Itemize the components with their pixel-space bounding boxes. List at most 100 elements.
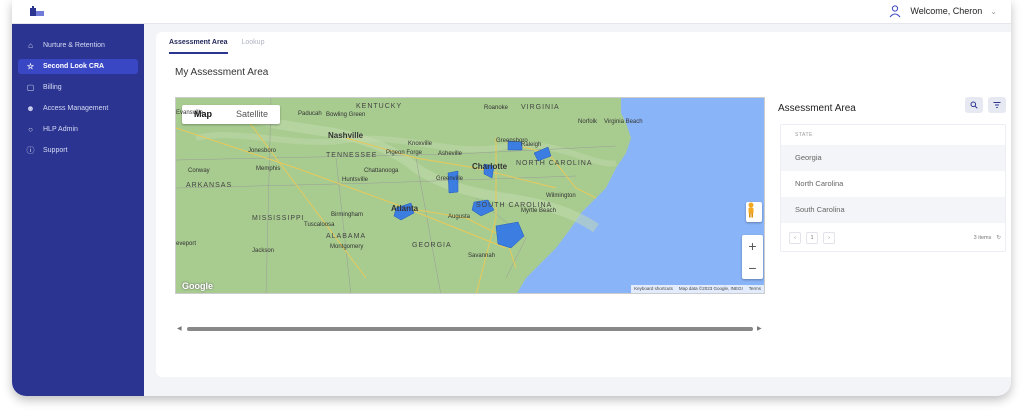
google-logo: Google: [182, 281, 213, 291]
street-view-pegman-icon[interactable]: [746, 202, 762, 222]
map-label-arkansas: ARKANSAS: [186, 182, 233, 189]
map-label-paducah: Paducah: [298, 111, 322, 117]
horizontal-scrollbar[interactable]: ◀ ▶: [177, 326, 763, 332]
satellite-button[interactable]: Satellite: [224, 105, 280, 124]
map-label-wilmington: Wilmington: [546, 193, 576, 199]
filter-icon: [993, 102, 1001, 108]
tab-bar: Assessment Area Lookup: [160, 32, 264, 54]
map-canvas: [176, 98, 764, 293]
bank-icon: ⌂: [28, 41, 33, 50]
table-row[interactable]: South Carolina: [781, 197, 1005, 223]
map-label-tennessee: TENNESSEE: [326, 152, 378, 159]
highlight-greenville[interactable]: [447, 170, 459, 194]
map-label-georgia: GEORGIA: [412, 242, 452, 249]
zoom-control: + −: [742, 235, 763, 279]
map-label-nashville: Nashville: [328, 131, 364, 140]
map-label-tuscaloosa: Tuscaloosa: [304, 222, 335, 228]
map-label-myrtle-beach: Myrtle Beach: [521, 208, 557, 214]
tab-lookup[interactable]: Lookup: [242, 32, 265, 54]
map-label-savannah: Savannah: [468, 253, 496, 259]
sidebar-item-support[interactable]: ⓘ Support: [18, 143, 138, 158]
sidebar-item-label: Second Look CRA: [43, 63, 105, 70]
next-page-button[interactable]: ›: [823, 232, 835, 244]
map-label-bowling-green: Bowling Green: [326, 112, 366, 118]
map-label-montgomery: Montgomery: [330, 244, 364, 250]
map-label-atlanta: Atlanta: [391, 204, 419, 213]
zoom-in-button[interactable]: +: [742, 235, 763, 257]
assessment-area-panel: Assessment Area STATE Georgia North Caro…: [778, 97, 1008, 257]
map-label-augusta: Augusta: [448, 214, 471, 220]
page-number-button[interactable]: 1: [806, 232, 818, 244]
tab-assessment-area[interactable]: Assessment Area: [169, 32, 228, 54]
map-label-virginia-beach: Virginia Beach: [604, 119, 643, 125]
dot-icon: ○: [28, 125, 33, 134]
scrollbar-thumb[interactable]: [187, 327, 753, 331]
map-label-chattanooga: Chattanooga: [364, 168, 399, 174]
map-label-knoxville: Knoxville: [408, 141, 433, 147]
star-icon: ☆: [26, 62, 35, 71]
state-table: STATE Georgia North Carolina South Carol…: [780, 124, 1006, 252]
user-icon: [890, 5, 901, 18]
document-icon: ▢: [26, 83, 35, 92]
app-frame: Welcome, Cheron ⌄ ⌂ Nurture & Retention …: [12, 0, 1011, 396]
map-attribution: Keyboard shortcuts Map data ©2023 Google…: [631, 285, 764, 293]
map-label-mississippi: MISSISSIPPI: [252, 215, 305, 222]
map-data-text: Map data ©2023 Google, INEGI: [678, 286, 743, 291]
map-view[interactable]: Map Satellite Evansville Paducah Bowling…: [175, 97, 765, 294]
map-label-conway: Conway: [188, 168, 210, 174]
sidebar-item-label: HLP Admin: [43, 126, 78, 133]
map-label-evansville: Evansville: [176, 110, 204, 116]
terms-link[interactable]: Terms: [749, 285, 761, 293]
sidebar-item-nurture-retention[interactable]: ⌂ Nurture & Retention: [18, 38, 138, 53]
pagination: ‹ 1 › 3 items ↻: [789, 231, 1001, 245]
panel-title: Assessment Area: [778, 103, 856, 114]
map-label-jonesboro: Jonesboro: [248, 148, 277, 154]
scroll-left-icon[interactable]: ◀: [177, 325, 182, 332]
map-label-kentucky: KENTUCKY: [356, 103, 403, 110]
welcome-text: Welcome, Cheron: [910, 6, 983, 16]
map-label-norfolk: Norfolk: [578, 119, 598, 125]
map-label-north-carolina: NORTH CAROLINA: [516, 160, 593, 167]
column-header-state[interactable]: STATE: [781, 125, 1005, 145]
map-label-birmingham: Birmingham: [331, 212, 364, 218]
map-label-jackson: Jackson: [252, 248, 275, 254]
prev-page-button[interactable]: ‹: [789, 232, 801, 244]
user-menu[interactable]: Welcome, Cheron ⌄: [888, 4, 997, 18]
item-count: 3 items: [973, 235, 992, 241]
zoom-out-button[interactable]: −: [742, 257, 763, 279]
sidebar-item-billing[interactable]: ▢ Billing: [18, 80, 138, 95]
sidebar-item-hlp-admin[interactable]: ○ HLP Admin: [18, 122, 138, 137]
map-label-memphis: Memphis: [256, 166, 281, 172]
page-title: My Assessment Area: [175, 67, 269, 78]
map-label-huntsville: Huntsville: [342, 177, 369, 183]
map-label-roanoke: Roanoke: [484, 105, 509, 111]
sidebar: ⌂ Nurture & Retention ☆ Second Look CRA …: [12, 24, 144, 396]
map-label-asheville: Asheville: [438, 151, 463, 157]
map-label-virginia: VIRGINIA: [521, 104, 560, 111]
map-label-charlotte: Charlotte: [472, 162, 508, 171]
search-button[interactable]: [965, 97, 983, 113]
map-label-greenville: Greenville: [436, 176, 464, 182]
scroll-right-icon[interactable]: ▶: [757, 325, 762, 332]
sidebar-item-label: Billing: [43, 84, 62, 91]
sidebar-item-label: Nurture & Retention: [43, 42, 105, 49]
sidebar-item-label: Support: [43, 147, 68, 154]
search-icon: [970, 101, 978, 109]
help-icon: ⓘ: [26, 146, 35, 155]
table-row[interactable]: Georgia: [781, 145, 1005, 171]
map-label-pigeon-forge: Pigeon Forge: [386, 150, 423, 156]
chevron-down-icon: ⌄: [990, 6, 997, 16]
refresh-icon[interactable]: ↻: [996, 235, 1001, 241]
pegman-icon: [748, 202, 754, 218]
sidebar-item-access-management[interactable]: ☻ Access Management: [18, 101, 138, 116]
filter-button[interactable]: [988, 97, 1006, 113]
sidebar-item-second-look-cra[interactable]: ☆ Second Look CRA: [18, 59, 138, 74]
table-row[interactable]: North Carolina: [781, 171, 1005, 197]
map-label-alabama: ALABAMA: [326, 233, 367, 240]
logo-icon: [30, 6, 44, 16]
map-label-shreveport: eveport: [176, 241, 197, 247]
main-content: Assessment Area Lookup My Assessment Are…: [156, 32, 1011, 377]
top-bar: Welcome, Cheron ⌄: [12, 0, 1011, 24]
map-label-raleigh: Raleigh: [521, 142, 542, 148]
keyboard-shortcuts-link[interactable]: Keyboard shortcuts: [634, 285, 673, 293]
